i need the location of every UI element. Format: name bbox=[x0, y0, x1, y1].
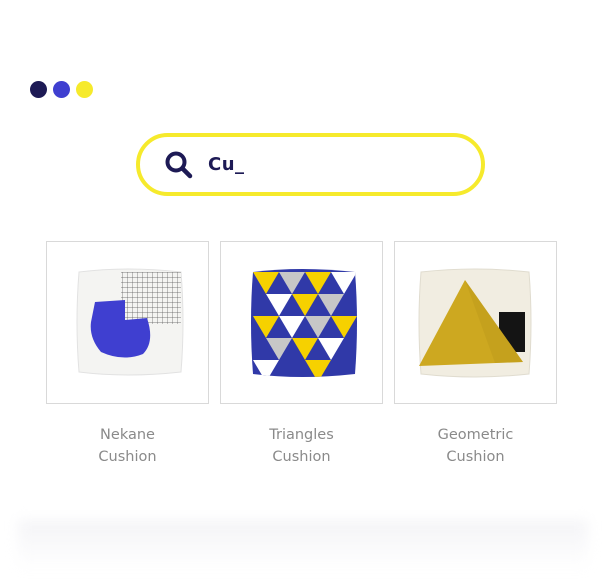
search-query[interactable]: Cu_ bbox=[208, 154, 245, 175]
product-name: Triangles bbox=[269, 427, 334, 443]
product-label-triangles[interactable]: Triangles Cushion bbox=[220, 424, 383, 468]
panel-shadow bbox=[18, 520, 588, 570]
geometric-cushion-image bbox=[418, 268, 532, 378]
product-card-nekane[interactable] bbox=[46, 241, 209, 404]
search-icon bbox=[165, 151, 193, 178]
product-name: Nekane bbox=[100, 427, 155, 443]
product-card-geometric[interactable] bbox=[394, 241, 557, 404]
search-input[interactable]: Cu_ bbox=[136, 133, 485, 196]
product-type: Cushion bbox=[446, 449, 505, 465]
nekane-cushion-image bbox=[76, 268, 184, 376]
triangles-cushion-image bbox=[251, 269, 357, 377]
product-label-nekane[interactable]: Nekane Cushion bbox=[46, 424, 209, 468]
product-name: Geometric bbox=[437, 427, 514, 443]
window-dot-dark[interactable] bbox=[30, 81, 47, 98]
window-dot-blue[interactable] bbox=[53, 81, 70, 98]
product-label-geometric[interactable]: Geometric Cushion bbox=[394, 424, 557, 468]
window-dot-yellow[interactable] bbox=[76, 81, 93, 98]
product-type: Cushion bbox=[98, 449, 157, 465]
window-controls bbox=[30, 81, 93, 98]
product-card-triangles[interactable] bbox=[220, 241, 383, 404]
product-type: Cushion bbox=[272, 449, 331, 465]
